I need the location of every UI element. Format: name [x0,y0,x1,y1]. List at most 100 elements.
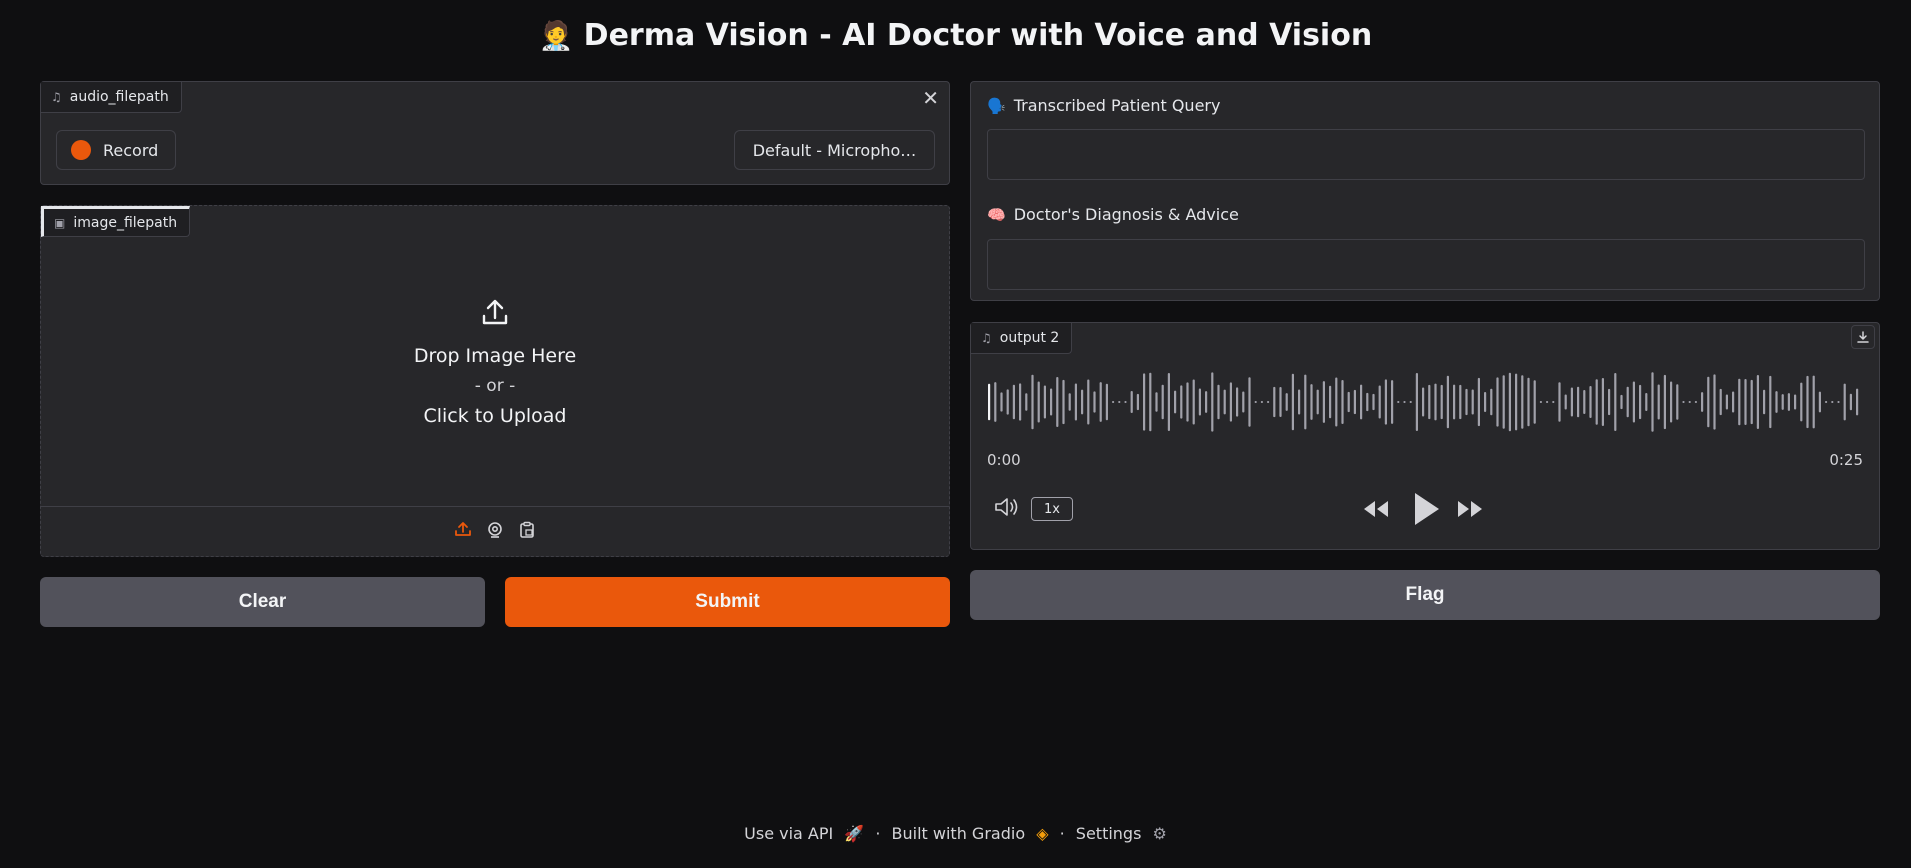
waveform-bar [1087,379,1090,425]
waveform-bar [1849,393,1852,411]
microphone-select-value: Default - Micropho… [752,140,917,160]
waveform-bar [1242,391,1245,413]
audio-waveform[interactable] [986,370,1862,434]
waveform-bar [1422,387,1425,417]
waveform-bar [1068,393,1071,411]
doctor-emoji-icon: 🧑‍⚕️ [538,19,574,52]
waveform-bar [1732,391,1735,413]
waveform-bar [1589,385,1592,419]
waveform-bar [1601,378,1604,426]
gear-icon[interactable]: ⚙ [1153,824,1167,843]
waveform-bar [1378,385,1381,419]
use-via-api-link[interactable]: Use via API [744,824,833,843]
waveform-bar [1310,384,1313,420]
rocket-icon: 🚀 [844,824,865,843]
waveform-bar [1688,401,1691,403]
waveform-bar [1725,394,1728,410]
waveform-bar [1471,389,1474,415]
play-icon[interactable] [1411,491,1441,531]
waveform-bar [1161,384,1164,420]
waveform-bar [1260,401,1263,403]
waveform-bar [1360,384,1363,420]
waveform-bar [1756,374,1759,430]
waveform-bar [1453,384,1456,420]
settings-link[interactable]: Settings [1076,824,1142,843]
waveform-bar [1254,401,1257,403]
clear-button[interactable]: Clear [40,577,485,627]
upload-source-icon[interactable] [454,520,472,543]
fast-forward-icon[interactable] [1455,498,1485,524]
waveform-bar [1279,386,1282,418]
close-icon[interactable]: ✕ [922,86,939,110]
waveform-bar [1205,391,1208,413]
image-source-toolbar [41,506,949,556]
waveform-bar [1651,372,1654,432]
volume-icon[interactable] [993,496,1021,522]
waveform-bar [1180,385,1183,419]
audio-input-label: ♫ audio_filepath [41,82,182,113]
waveform-bar [1533,380,1536,424]
waveform-bar [1837,401,1840,403]
drop-text: Drop Image Here [413,345,577,367]
waveform-bar [988,383,991,421]
footer-separator: · [1059,824,1065,843]
click-to-upload-text[interactable]: Click to Upload [41,405,949,427]
record-button[interactable]: Record [56,130,176,170]
waveform-bar [1595,379,1598,425]
waveform-bar [1738,378,1741,426]
diagnosis-output[interactable] [987,239,1865,290]
waveform-bar [1409,401,1412,403]
transcribed-output[interactable] [987,129,1865,180]
webcam-source-icon[interactable] [486,521,504,543]
waveform-bar [1329,385,1332,419]
waveform-bar [1583,390,1586,414]
waveform-bar [1025,393,1028,411]
waveform-bar [1564,394,1567,410]
waveform-bar [1229,382,1232,422]
rewind-icon[interactable] [1361,498,1391,524]
image-input-panel[interactable]: ▣ image_filepath Drop Image Here - or - … [40,205,950,557]
page-title: 🧑‍⚕️ Derma Vision - AI Doctor with Voice … [0,18,1911,53]
submit-button[interactable]: Submit [505,577,950,627]
waveform-bar [1298,389,1301,415]
download-icon[interactable] [1851,325,1875,349]
waveform-bar [1248,377,1251,427]
waveform-bar [1105,383,1108,421]
waveform-bar [1074,383,1077,421]
flag-button[interactable]: Flag [970,570,1880,620]
waveform-bar [1626,386,1629,418]
record-label: Record [103,140,159,160]
waveform-bar [1192,379,1195,425]
waveform-bar [1502,375,1505,429]
waveform-bar [1818,391,1821,413]
waveform-bar [1440,384,1443,420]
waveform-bar [1062,379,1065,425]
waveform-bar [1682,401,1685,403]
waveform-bar [1136,393,1139,411]
waveform-bar [1570,387,1573,417]
clipboard-source-icon[interactable] [518,521,536,543]
microphone-select[interactable]: Default - Micropho… [734,130,935,170]
footer-separator: · [875,824,881,843]
playback-speed-button[interactable]: 1x [1031,497,1073,521]
built-with-gradio-link[interactable]: Built with Gradio [892,824,1026,843]
waveform-bar [1787,393,1790,411]
upload-arrow-icon [41,296,949,332]
waveform-bar [1465,388,1468,416]
waveform-bar [1825,401,1828,403]
waveform-bar [1366,392,1369,412]
music-note-icon: ♫ [981,331,992,345]
waveform-bar [1806,375,1809,429]
waveform-bar [1843,383,1846,421]
audio-input-panel: ♫ audio_filepath ✕ Record Default - Micr… [40,81,950,185]
waveform-bar [1335,377,1338,427]
waveform-bar [1403,401,1406,403]
waveform-bar [1800,382,1803,422]
waveform-bar [1632,381,1635,423]
waveform-bar [1446,375,1449,429]
waveform-bar [1304,374,1307,430]
waveform-bar [1539,401,1542,403]
waveform-bar [1322,381,1325,423]
waveform-bar [1118,401,1121,403]
waveform-bar [1006,389,1009,415]
